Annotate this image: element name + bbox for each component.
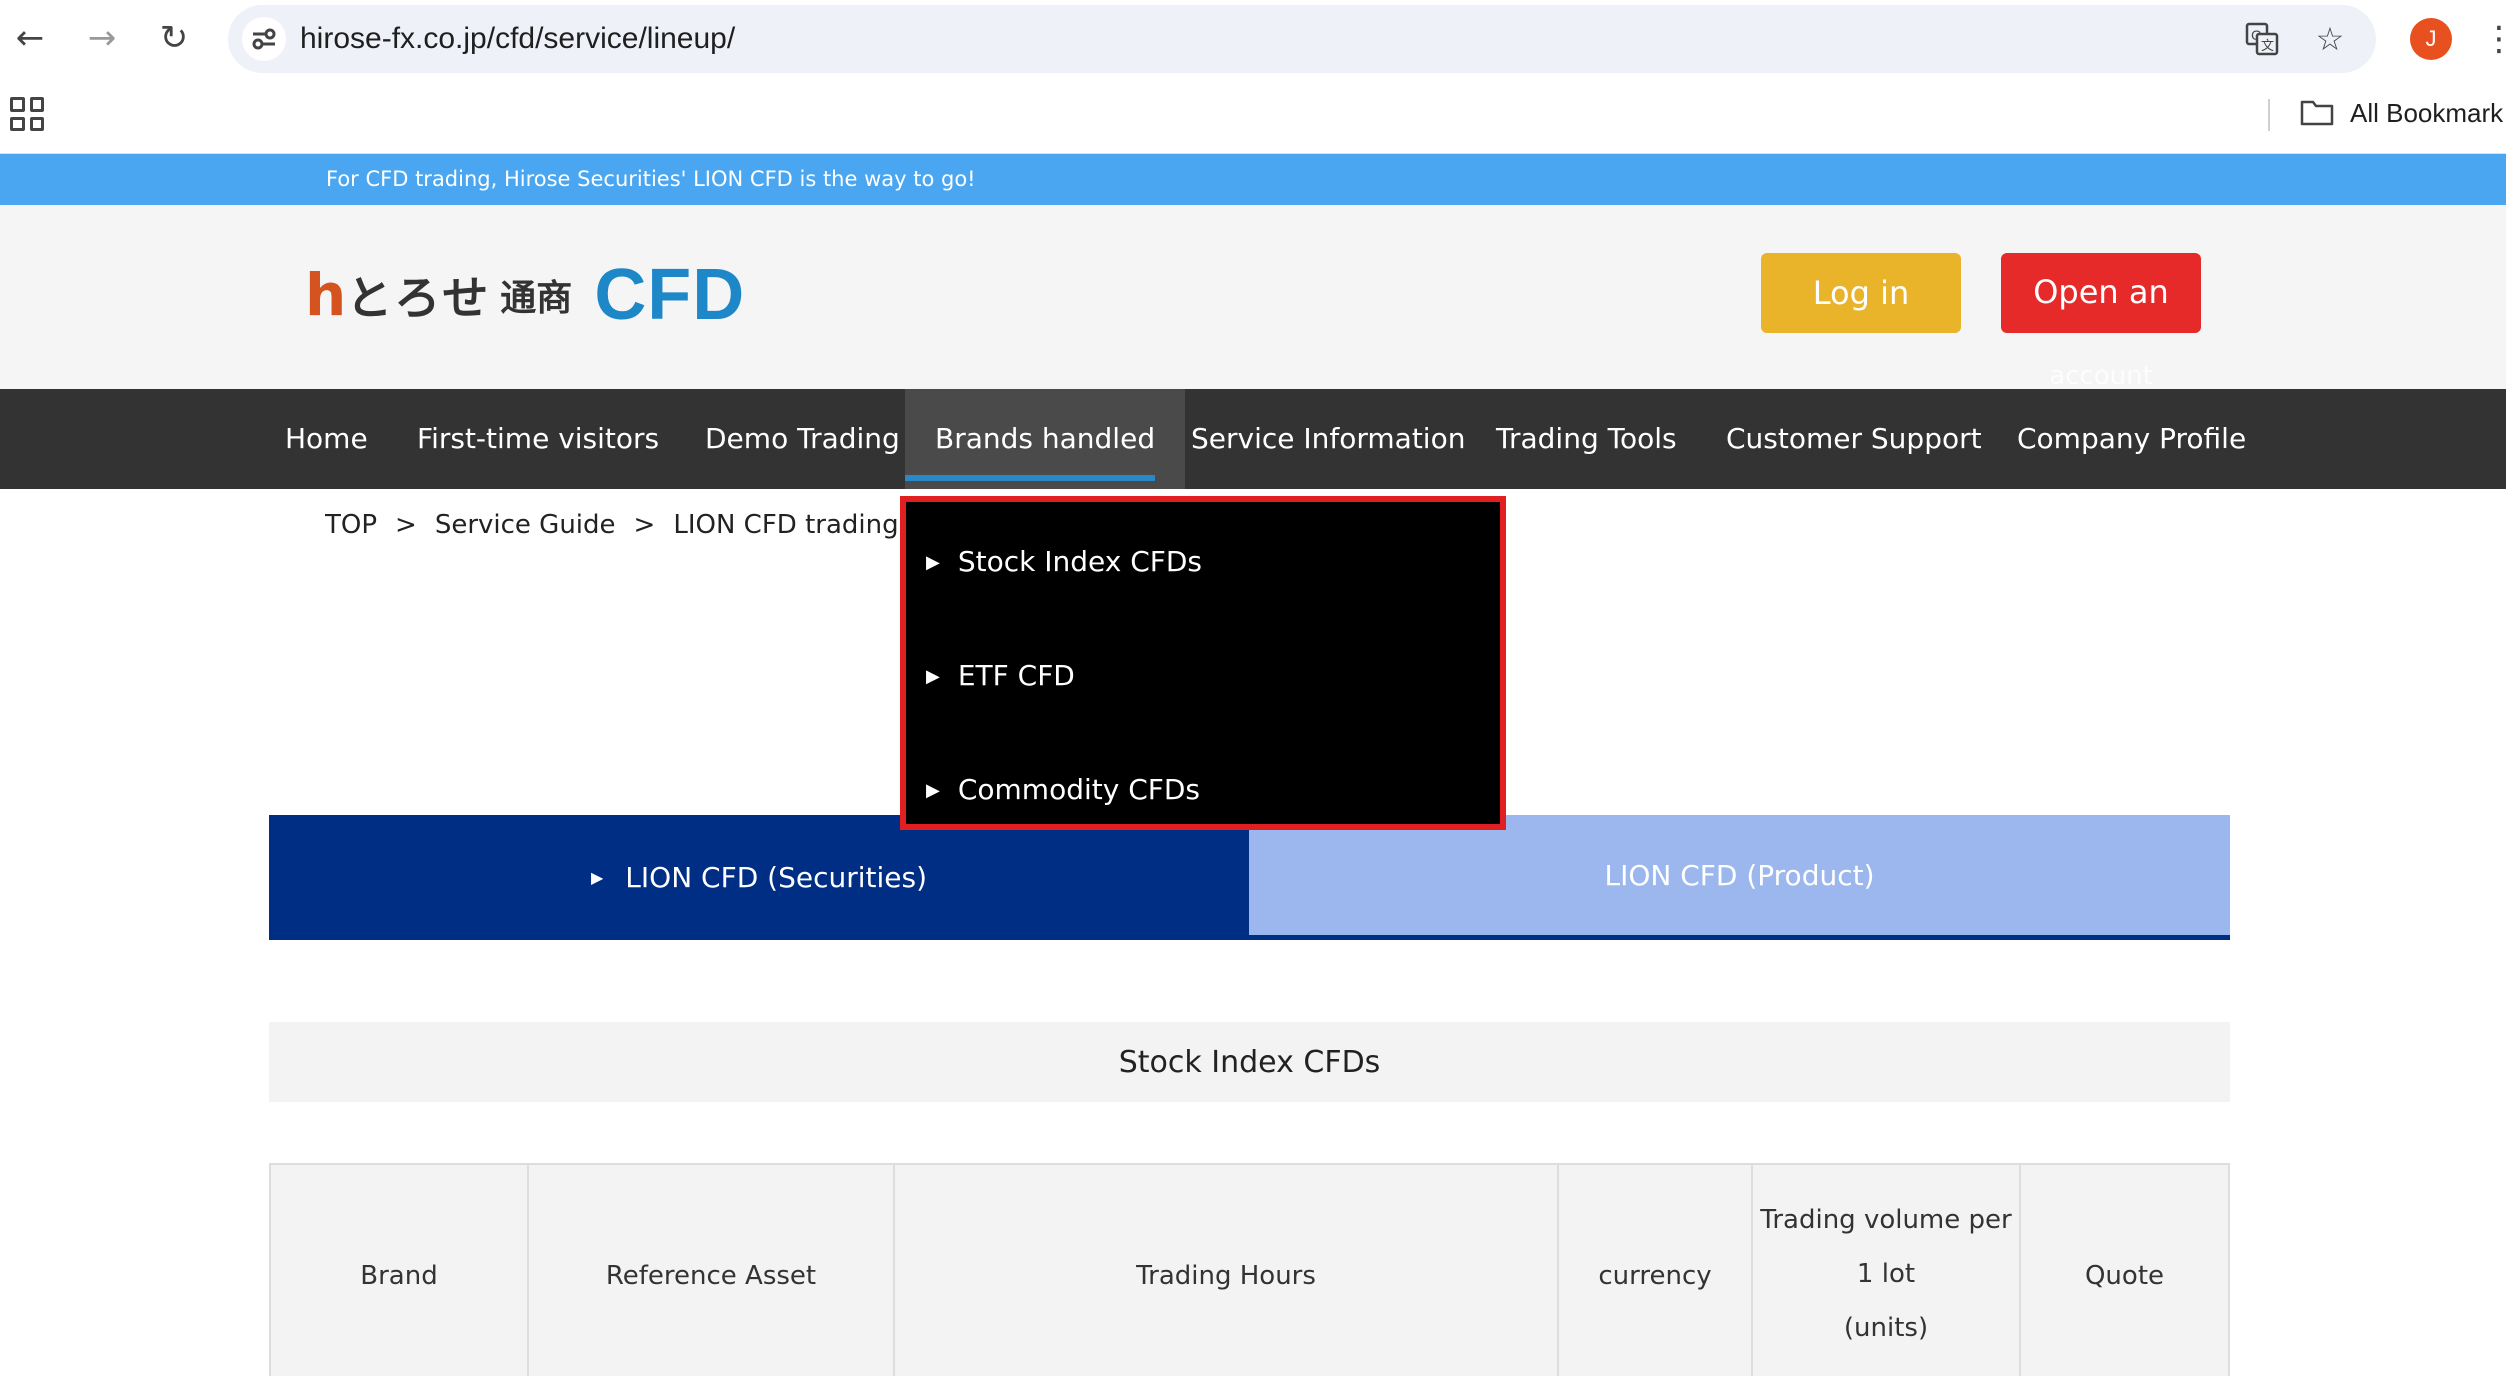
breadcrumb-separator: >	[633, 510, 656, 540]
all-bookmarks-link[interactable]: All Bookmark	[2350, 93, 2503, 133]
promo-banner: For CFD trading, Hirose Securities' LION…	[0, 154, 2506, 205]
url-text[interactable]: hirose-fx.co.jp/cfd/service/lineup/	[300, 5, 735, 73]
dropdown-item-label: Stock Index CFDs	[957, 545, 1203, 578]
nav-company-profile[interactable]: Company Profile	[2017, 389, 2246, 489]
login-button[interactable]: Log in	[1761, 253, 1961, 333]
section-title: Stock Index CFDs	[269, 1022, 2230, 1102]
dropdown-item-stock-index-cfds[interactable]: ▶ Stock Index CFDs	[926, 537, 1202, 587]
dropdown-item-label: Commodity CFDs	[957, 773, 1201, 806]
tab-lion-cfd-product[interactable]: LION CFD (Product)	[1249, 815, 2230, 940]
volume-header-line3: (units)	[1843, 1313, 1929, 1343]
tab-securities-label: LION CFD (Securities)	[625, 861, 928, 894]
open-account-label: Open an	[2033, 273, 2169, 311]
dropdown-item-commodity-cfds[interactable]: ▶ Commodity CFDs	[926, 765, 1200, 815]
nav-trading-tools[interactable]: Trading Tools	[1496, 389, 1677, 489]
column-header-reference-asset: Reference Asset	[529, 1165, 895, 1376]
volume-header-line1: Trading volume per	[1760, 1205, 2012, 1235]
breadcrumb-current: LION CFD trading st	[673, 510, 905, 540]
back-icon[interactable]: ←	[6, 14, 54, 62]
breadcrumb: TOP > Service Guide > LION CFD trading st	[325, 505, 905, 545]
browser-toolbar: ← → ↻ hirose-fx.co.jp/cfd/service/lineup…	[0, 0, 2506, 77]
nav-service-information[interactable]: Service Information	[1191, 389, 1465, 489]
logo-cfd: CFD	[594, 255, 746, 335]
breadcrumb-service-guide[interactable]: Service Guide	[435, 510, 616, 540]
open-account-button[interactable]: Open an account	[2001, 253, 2201, 391]
bookmarks-divider	[2268, 99, 2270, 131]
play-triangle-icon: ▶	[926, 666, 940, 687]
bookmarks-bar: All Bookmark	[0, 77, 2506, 154]
menu-kebab-icon[interactable]: ⋮	[2482, 18, 2506, 60]
apps-grid-icon[interactable]	[10, 97, 44, 131]
nav-active-indicator	[905, 475, 1155, 481]
column-header-quote: Quote	[2084, 1261, 2165, 1291]
site-logo[interactable]: h とろせ 通商 CFD	[305, 255, 745, 335]
tab-lion-cfd-securities[interactable]: ▶ LION CFD (Securities)	[269, 815, 1249, 940]
breadcrumb-separator: >	[395, 510, 417, 540]
logo-kanji: 通商	[500, 278, 573, 319]
table-header-row: Brand Reference Asset Trading Hours curr…	[269, 1163, 2230, 1376]
bookmark-star-icon[interactable]: ☆	[2308, 17, 2352, 61]
dropdown-item-etf-cfd[interactable]: ▶ ETF CFD	[926, 651, 1075, 701]
folder-icon	[2300, 100, 2334, 126]
column-header-trading-volume: Trading volume per 1 lot (units)	[1753, 1165, 2021, 1376]
promo-text[interactable]: For CFD trading, Hirose Securities' LION…	[326, 154, 976, 205]
play-triangle-icon: ▶	[926, 780, 940, 801]
nav-first-time-visitors[interactable]: First-time visitors	[417, 389, 659, 489]
site-info-icon[interactable]	[242, 17, 286, 61]
site-header: h とろせ 通商 CFD Log in Open an account	[0, 205, 2506, 391]
reload-icon[interactable]: ↻	[150, 14, 198, 62]
nav-home[interactable]: Home	[285, 389, 368, 489]
nav-brands-handled[interactable]: Brands handled	[905, 389, 1186, 489]
play-triangle-icon: ▶	[926, 552, 940, 573]
column-header-trading-hours: Trading Hours	[895, 1165, 1559, 1376]
address-bar[interactable]: hirose-fx.co.jp/cfd/service/lineup/ G 文 …	[228, 5, 2376, 73]
column-header-brand: Brand	[271, 1165, 529, 1376]
nav-customer-support[interactable]: Customer Support	[1726, 389, 1982, 489]
volume-header-line2: 1 lot	[1856, 1259, 1916, 1289]
open-account-label-overflow: account	[2049, 361, 2153, 391]
column-header-currency: currency	[1559, 1165, 1753, 1376]
svg-text:文: 文	[2261, 39, 2274, 54]
logo-kana: とろせ	[346, 271, 491, 325]
forward-icon[interactable]: →	[78, 14, 126, 62]
breadcrumb-top[interactable]: TOP	[325, 510, 377, 540]
logo-mark: h	[305, 261, 346, 329]
play-triangle-icon: ▶	[590, 868, 604, 887]
nav-demo-trading[interactable]: Demo Trading	[705, 389, 900, 489]
main-nav: Home First-time visitors Demo Trading Br…	[0, 389, 2506, 489]
translate-icon[interactable]: G 文	[2240, 17, 2284, 61]
brands-dropdown-menu: ▶ Stock Index CFDs ▶ ETF CFD ▶ Commodity CF…	[900, 496, 1506, 830]
profile-avatar[interactable]: J	[2410, 18, 2452, 60]
dropdown-item-label: ETF CFD	[957, 659, 1075, 692]
